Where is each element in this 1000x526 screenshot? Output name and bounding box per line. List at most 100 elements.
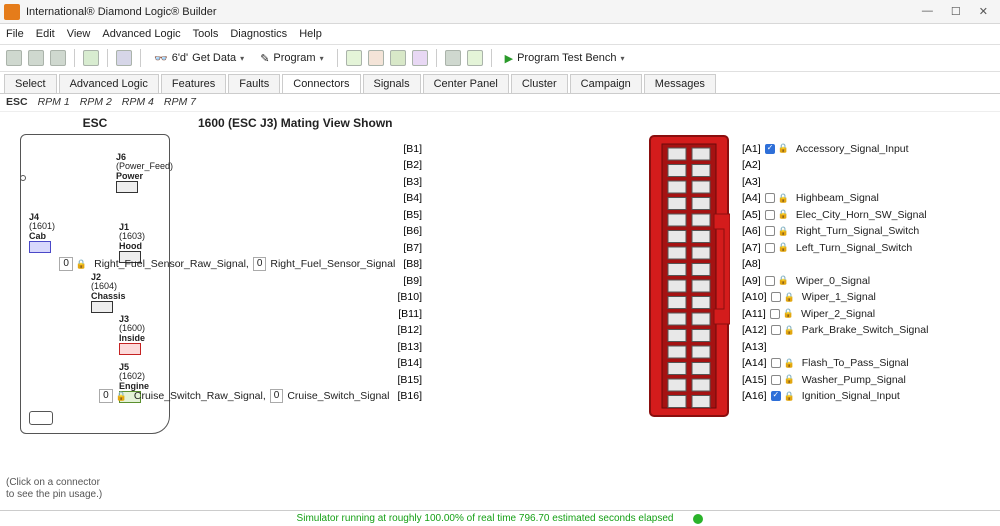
pin-b15: [B15] [242, 371, 432, 388]
connector-hint: (Click on a connector to see the pin usa… [6, 477, 176, 500]
pin-b6: [B6] [242, 223, 432, 240]
signal-checkbox[interactable] [771, 375, 781, 385]
program-button[interactable]: ✎ Program ▾ [255, 49, 328, 68]
connector-j2[interactable]: J2(1604)Chassis [91, 273, 126, 313]
lock-icon: 🔒 [784, 325, 795, 336]
pin-a4: [A4]🔒Highbeam_Signal [738, 190, 883, 207]
new-icon[interactable] [6, 50, 22, 66]
lock-icon: 🔒 [778, 143, 789, 154]
status-led-icon [693, 514, 703, 524]
subtab-esc[interactable]: ESC [6, 96, 28, 109]
signal-checkbox[interactable] [771, 292, 781, 302]
pin-a3: [A3] [738, 173, 765, 190]
menu-advanced-logic[interactable]: Advanced Logic [102, 28, 180, 40]
tab-cluster[interactable]: Cluster [511, 74, 568, 93]
pin-a14: [A14]🔒Flash_To_Pass_Signal [738, 355, 913, 372]
signal-checkbox[interactable] [770, 309, 780, 319]
signal-checkbox[interactable] [765, 144, 775, 154]
minimize-button[interactable]: — [922, 5, 933, 18]
lock-icon: 🔒 [778, 242, 789, 253]
toolbar: 👓 6'd' Get Data ▾ ✎ Program ▾ ▶ Program … [0, 44, 1000, 72]
menu-tools[interactable]: Tools [193, 28, 219, 40]
pin-a7: [A7]🔒Left_Turn_Signal_Switch [738, 239, 916, 256]
signal-checkbox[interactable] [771, 325, 781, 335]
refresh-icon[interactable] [83, 50, 99, 66]
pin-a5: [A5]🔒Elec_City_Horn_SW_Signal [738, 206, 931, 223]
pin-b14: [B14] [242, 355, 432, 372]
window-title: International® Diamond Logic® Builder [26, 6, 216, 18]
pin-a8: [A8] [738, 256, 765, 273]
getdata-label: Get Data [192, 52, 236, 64]
pin-a15: [A15]🔒Washer_Pump_Signal [738, 371, 910, 388]
pin-b8: 0🔒Right_Fuel_Sensor_Raw_Signal,0Right_Fu… [242, 256, 432, 273]
menu-help[interactable]: Help [299, 28, 322, 40]
lock-icon: 🔒 [784, 358, 795, 369]
pin-b2: [B2] [242, 157, 432, 174]
getdata-button[interactable]: 👓 6'd' Get Data ▾ [149, 49, 249, 68]
close-button[interactable]: ✕ [979, 5, 988, 18]
pin-b10: [B10] [242, 289, 432, 306]
tab-campaign[interactable]: Campaign [570, 74, 642, 93]
pin-b11: [B11] [242, 305, 432, 322]
wrench-icon[interactable] [467, 50, 483, 66]
lock-icon: 🔒 [778, 226, 789, 237]
eyeglass-label: 6'd' [172, 52, 188, 64]
subtab-rpm-2[interactable]: RPM 2 [80, 96, 112, 109]
pencil-icon: ✎ [260, 52, 269, 65]
tab-features[interactable]: Features [161, 74, 226, 93]
subtab-rpm-7[interactable]: RPM 7 [164, 96, 196, 109]
signal-checkbox[interactable] [765, 193, 775, 203]
save-icon[interactable] [50, 50, 66, 66]
tool-icon-2[interactable] [368, 50, 384, 66]
connector-j4[interactable]: J4(1601)Cab [29, 213, 55, 253]
value-input[interactable]: 0 [59, 257, 73, 271]
lock-icon: 🔒 [76, 259, 87, 270]
value-input[interactable]: 0 [270, 389, 284, 403]
titlebar: International® Diamond Logic® Builder — … [0, 0, 1000, 24]
tab-messages[interactable]: Messages [644, 74, 716, 93]
signal-checkbox[interactable] [765, 210, 775, 220]
menubar: File Edit View Advanced Logic Tools Diagnosti… [0, 24, 1000, 44]
tab-connectors[interactable]: Connectors [282, 74, 360, 93]
gear-icon[interactable] [390, 50, 406, 66]
subtab-rpm-1[interactable]: RPM 1 [38, 96, 70, 109]
signal-checkbox[interactable] [771, 391, 781, 401]
ptb-label: Program Test Bench [517, 52, 616, 64]
tool-icon-1[interactable] [346, 50, 362, 66]
eraser-icon[interactable] [445, 50, 461, 66]
tab-faults[interactable]: Faults [228, 74, 280, 93]
lock-icon: 🔒 [784, 292, 795, 303]
open-icon[interactable] [28, 50, 44, 66]
maximize-button[interactable]: ☐ [951, 5, 961, 18]
program-test-bench-button[interactable]: ▶ Program Test Bench ▾ [500, 49, 630, 68]
signal-checkbox[interactable] [765, 226, 775, 236]
tab-center-panel[interactable]: Center Panel [423, 74, 509, 93]
pin-a10: [A10]🔒Wiper_1_Signal [738, 289, 880, 306]
signal-checkbox[interactable] [765, 243, 775, 253]
pin-b9: [B9] [242, 272, 432, 289]
tab-advanced-logic[interactable]: Advanced Logic [59, 74, 159, 93]
esc-panel: ESC J6(Power_Feed)PowerJ4(1601)CabJ1(160… [0, 112, 190, 510]
value-input[interactable]: 0 [253, 257, 267, 271]
connector-j3[interactable]: J3(1600)Inside [119, 315, 145, 355]
mating-header: 1600 (ESC J3) Mating View Shown [198, 116, 992, 130]
menu-edit[interactable]: Edit [36, 28, 55, 40]
lock-icon: 🔒 [784, 391, 795, 402]
lock-icon: 🔒 [778, 193, 789, 204]
signal-checkbox[interactable] [771, 358, 781, 368]
connector-j6[interactable]: J6(Power_Feed)Power [116, 153, 173, 193]
tab-select[interactable]: Select [4, 74, 57, 93]
pin-a12: [A12]🔒Park_Brake_Switch_Signal [738, 322, 932, 339]
subtab-rpm-4[interactable]: RPM 4 [122, 96, 154, 109]
value-input[interactable]: 0 [99, 389, 113, 403]
pin-a16: [A16]🔒Ignition_Signal_Input [738, 388, 904, 405]
bug-icon[interactable] [412, 50, 428, 66]
tab-signals[interactable]: Signals [363, 74, 421, 93]
menu-view[interactable]: View [67, 28, 91, 40]
menu-file[interactable]: File [6, 28, 24, 40]
signal-checkbox[interactable] [765, 276, 775, 286]
pin-b5: [B5] [242, 206, 432, 223]
menu-diagnostics[interactable]: Diagnostics [230, 28, 287, 40]
pin-b4: [B4] [242, 190, 432, 207]
print-icon[interactable] [116, 50, 132, 66]
